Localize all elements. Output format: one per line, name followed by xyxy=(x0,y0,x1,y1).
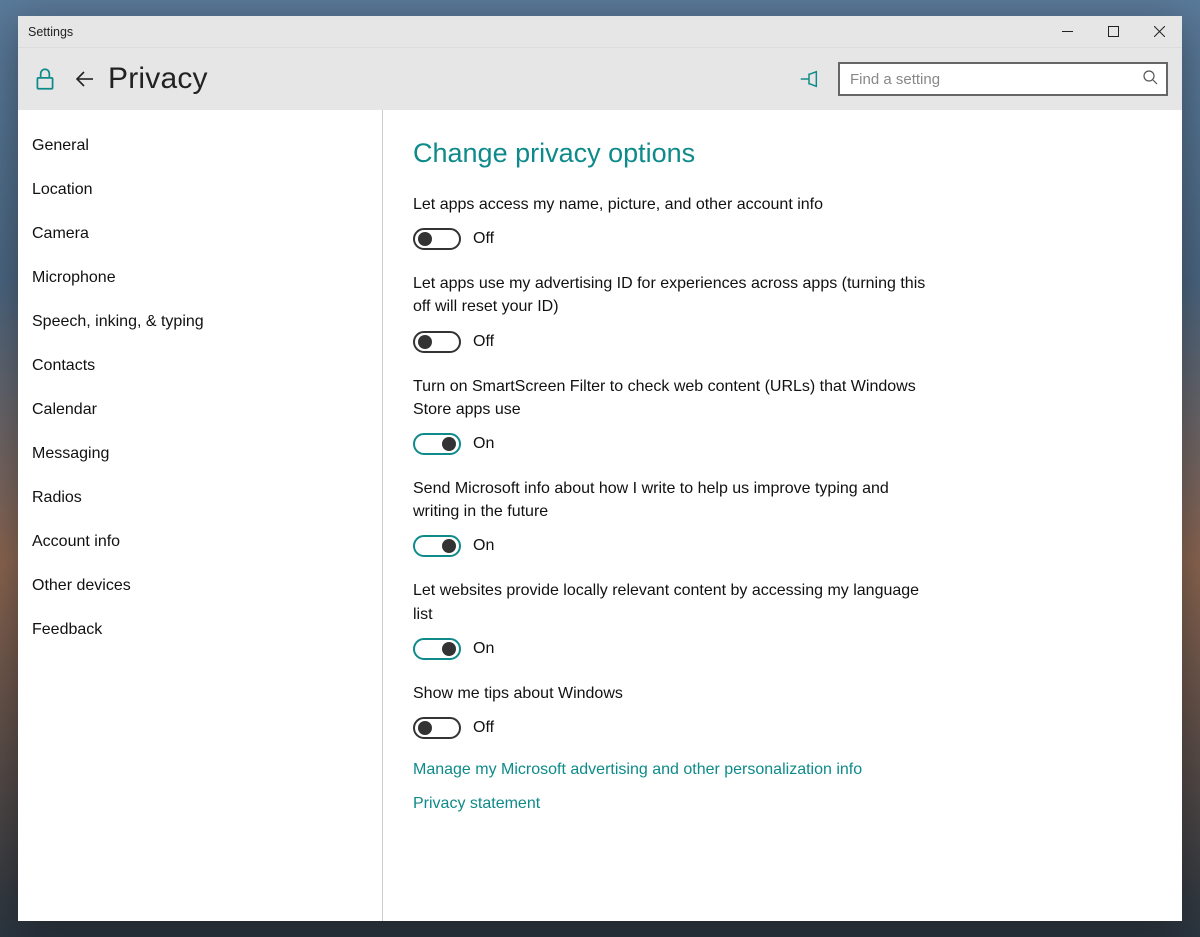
sidebar-item-label: Speech, inking, & typing xyxy=(32,313,204,330)
sidebar-item-label: Contacts xyxy=(32,357,95,374)
sidebar-item-label: Camera xyxy=(32,225,89,242)
settings-window: Settings Privacy xyxy=(18,16,1182,921)
search-icon xyxy=(1142,69,1158,90)
page-title: Privacy xyxy=(108,62,208,96)
sidebar-item-account[interactable]: Account info xyxy=(18,520,382,564)
toggle-state: On xyxy=(473,537,494,555)
window-controls xyxy=(1044,16,1182,47)
toggle-account-info[interactable] xyxy=(413,228,461,250)
toggle-state: On xyxy=(473,435,494,453)
sidebar-item-speech[interactable]: Speech, inking, & typing xyxy=(18,300,382,344)
setting-label: Send Microsoft info about how I write to… xyxy=(413,477,933,523)
sidebar-item-label: Messaging xyxy=(32,445,109,462)
sidebar-item-microphone[interactable]: Microphone xyxy=(18,256,382,300)
search-box[interactable] xyxy=(838,62,1168,96)
toggle-state: Off xyxy=(473,230,494,248)
lock-icon xyxy=(32,66,58,92)
maximize-button[interactable] xyxy=(1090,16,1136,47)
setting-label: Let websites provide locally relevant co… xyxy=(413,579,933,625)
link-manage-advertising[interactable]: Manage my Microsoft advertising and othe… xyxy=(413,761,933,779)
sidebar-item-contacts[interactable]: Contacts xyxy=(18,344,382,388)
titlebar: Settings xyxy=(18,16,1182,48)
setting-label: Show me tips about Windows xyxy=(413,682,933,705)
toggle-state: On xyxy=(473,640,494,658)
setting-advertising-id: Let apps use my advertising ID for exper… xyxy=(413,272,933,352)
sidebar-item-label: Location xyxy=(32,181,93,198)
sidebar-item-label: Calendar xyxy=(32,401,97,418)
toggle-advertising-id[interactable] xyxy=(413,331,461,353)
toggle-writing-info[interactable] xyxy=(413,535,461,557)
toggle-windows-tips[interactable] xyxy=(413,717,461,739)
setting-windows-tips: Show me tips about Windows Off xyxy=(413,682,933,739)
sidebar-item-calendar[interactable]: Calendar xyxy=(18,388,382,432)
link-privacy-statement[interactable]: Privacy statement xyxy=(413,795,933,813)
link-label: Manage my Microsoft advertising and othe… xyxy=(413,761,862,778)
toggle-smartscreen[interactable] xyxy=(413,433,461,455)
header: Privacy xyxy=(18,48,1182,110)
toggle-state: Off xyxy=(473,333,494,351)
sidebar-item-label: Account info xyxy=(32,533,120,550)
pin-icon[interactable] xyxy=(798,68,820,90)
body: General Location Camera Microphone Speec… xyxy=(18,110,1182,921)
toggle-language-list[interactable] xyxy=(413,638,461,660)
toggle-state: Off xyxy=(473,719,494,737)
setting-label: Let apps use my advertising ID for exper… xyxy=(413,272,933,318)
setting-smartscreen: Turn on SmartScreen Filter to check web … xyxy=(413,375,933,455)
sidebar-item-messaging[interactable]: Messaging xyxy=(18,432,382,476)
sidebar-item-label: Other devices xyxy=(32,577,131,594)
setting-language-list: Let websites provide locally relevant co… xyxy=(413,579,933,659)
setting-writing-info: Send Microsoft info about how I write to… xyxy=(413,477,933,557)
setting-label: Let apps access my name, picture, and ot… xyxy=(413,193,933,216)
setting-account-info: Let apps access my name, picture, and ot… xyxy=(413,193,933,250)
main-heading: Change privacy options xyxy=(413,138,1152,169)
sidebar-item-other-devices[interactable]: Other devices xyxy=(18,564,382,608)
close-button[interactable] xyxy=(1136,16,1182,47)
sidebar-item-feedback[interactable]: Feedback xyxy=(18,608,382,652)
minimize-button[interactable] xyxy=(1044,16,1090,47)
sidebar-item-label: Radios xyxy=(32,489,82,506)
setting-label: Turn on SmartScreen Filter to check web … xyxy=(413,375,933,421)
back-button[interactable] xyxy=(72,66,98,92)
window-title: Settings xyxy=(28,25,1044,39)
sidebar-item-camera[interactable]: Camera xyxy=(18,212,382,256)
sidebar-item-label: Microphone xyxy=(32,269,116,286)
sidebar-item-label: General xyxy=(32,137,89,154)
main-content: Change privacy options Let apps access m… xyxy=(383,110,1182,921)
sidebar-item-location[interactable]: Location xyxy=(18,168,382,212)
sidebar-item-general[interactable]: General xyxy=(18,124,382,168)
sidebar: General Location Camera Microphone Speec… xyxy=(18,110,383,921)
sidebar-item-label: Feedback xyxy=(32,621,102,638)
search-input[interactable] xyxy=(850,71,1142,88)
sidebar-item-radios[interactable]: Radios xyxy=(18,476,382,520)
link-label: Privacy statement xyxy=(413,795,540,812)
